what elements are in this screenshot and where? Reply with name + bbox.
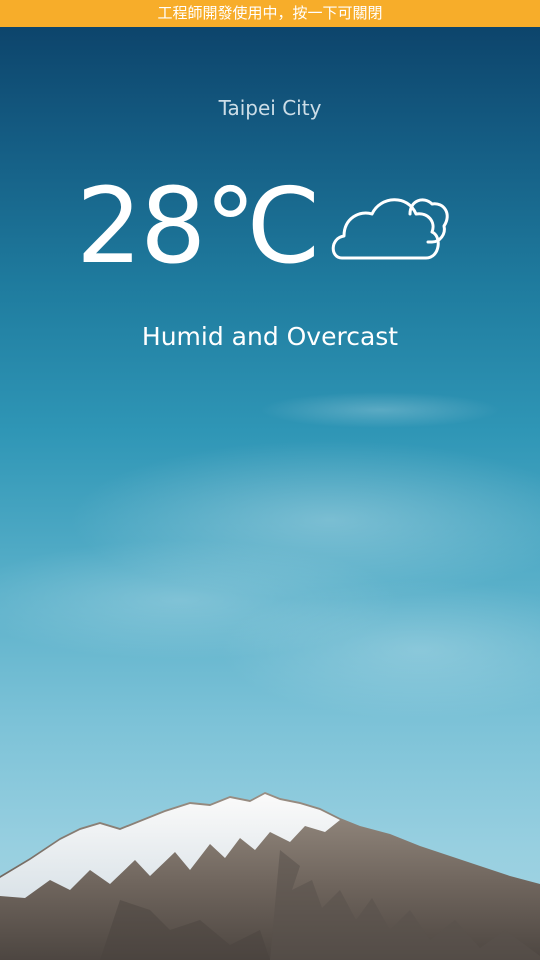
cloudy-icon bbox=[331, 198, 449, 260]
temperature-value: 28℃ bbox=[76, 165, 321, 287]
developer-mode-banner[interactable]: 工程師開發使用中，按一下可關閉 bbox=[0, 0, 540, 27]
mountain-image bbox=[0, 792, 540, 960]
weather-condition: Humid and Overcast bbox=[141, 322, 399, 351]
weather-screen: 工程師開發使用中，按一下可關閉 Taipei City 28℃ Humid an… bbox=[0, 0, 540, 960]
city-name: Taipei City bbox=[218, 96, 322, 120]
